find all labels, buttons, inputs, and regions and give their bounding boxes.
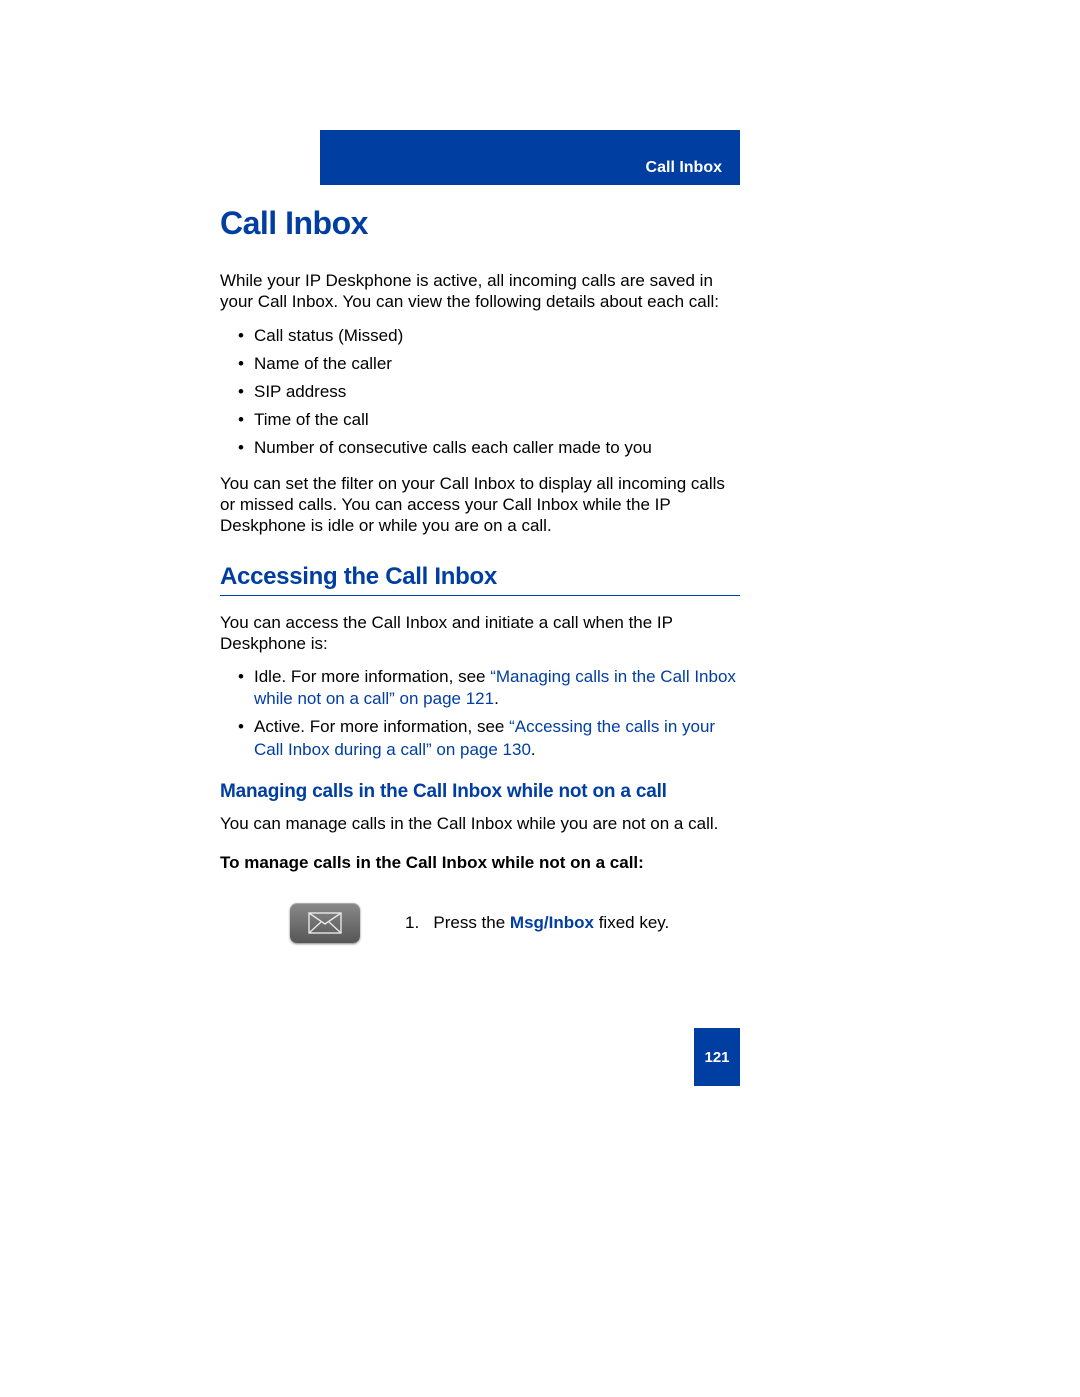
list-item: Number of consecutive calls each caller … [254,437,740,459]
section-rule [220,595,740,596]
filter-note: You can set the filter on your Call Inbo… [220,473,740,537]
list-item: SIP address [254,381,740,403]
header-bar: Call Inbox [320,130,740,185]
text: . [531,740,536,759]
document-page: Call Inbox Call Inbox While your IP Desk… [0,0,1080,1397]
text: Active. For more information, see [254,717,509,736]
key-name: Msg/Inbox [510,913,594,932]
detail-list: Call status (Missed) Name of the caller … [220,325,740,459]
content-area: Call Inbox While your IP Deskphone is ac… [220,205,740,943]
access-list: Idle. For more information, see “Managin… [220,666,740,760]
subsection-intro: You can manage calls in the Call Inbox w… [220,813,740,834]
text: Press the [433,913,510,932]
page-title: Call Inbox [220,205,740,242]
step-row: 1. Press the Msg/Inbox fixed key. [220,903,740,943]
access-intro: You can access the Call Inbox and initia… [220,612,740,655]
section-heading: Accessing the Call Inbox [220,563,740,591]
header-section-name: Call Inbox [646,159,722,177]
page-number: 121 [694,1028,740,1086]
step-text: 1. Press the Msg/Inbox fixed key. [405,913,669,933]
msg-inbox-key-icon [290,903,360,943]
envelope-icon [308,912,342,934]
text: Idle. For more information, see [254,667,490,686]
intro-paragraph: While your IP Deskphone is active, all i… [220,270,740,313]
text: . [494,689,499,708]
step-number: 1. [405,913,419,932]
list-item: Idle. For more information, see “Managin… [254,666,740,710]
list-item: Active. For more information, see “Acces… [254,716,740,760]
subsection-heading: Managing calls in the Call Inbox while n… [220,781,740,803]
list-item: Call status (Missed) [254,325,740,347]
list-item: Time of the call [254,409,740,431]
page-number-value: 121 [704,1049,729,1066]
list-item: Name of the caller [254,353,740,375]
text: fixed key. [594,913,669,932]
procedure-label: To manage calls in the Call Inbox while … [220,852,740,873]
